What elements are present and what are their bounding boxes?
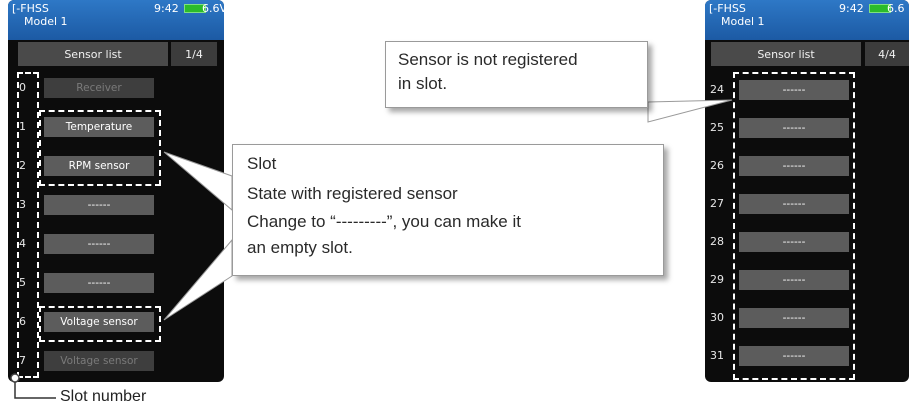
slot-number-label: Slot number bbox=[60, 388, 147, 405]
callout-line: Change to “---------”, you can make it bbox=[247, 212, 521, 231]
callout-line: in slot. bbox=[398, 74, 448, 93]
callout-line: State with registered sensor bbox=[247, 184, 458, 203]
callout-line: an empty slot. bbox=[247, 238, 353, 257]
slot-callout: Slot State with registered sensor Change… bbox=[232, 144, 664, 276]
callout-line: Sensor is not registered bbox=[398, 50, 578, 69]
callout-title: Slot bbox=[247, 154, 277, 173]
not-registered-callout: Sensor is not registered in slot. bbox=[385, 41, 648, 108]
